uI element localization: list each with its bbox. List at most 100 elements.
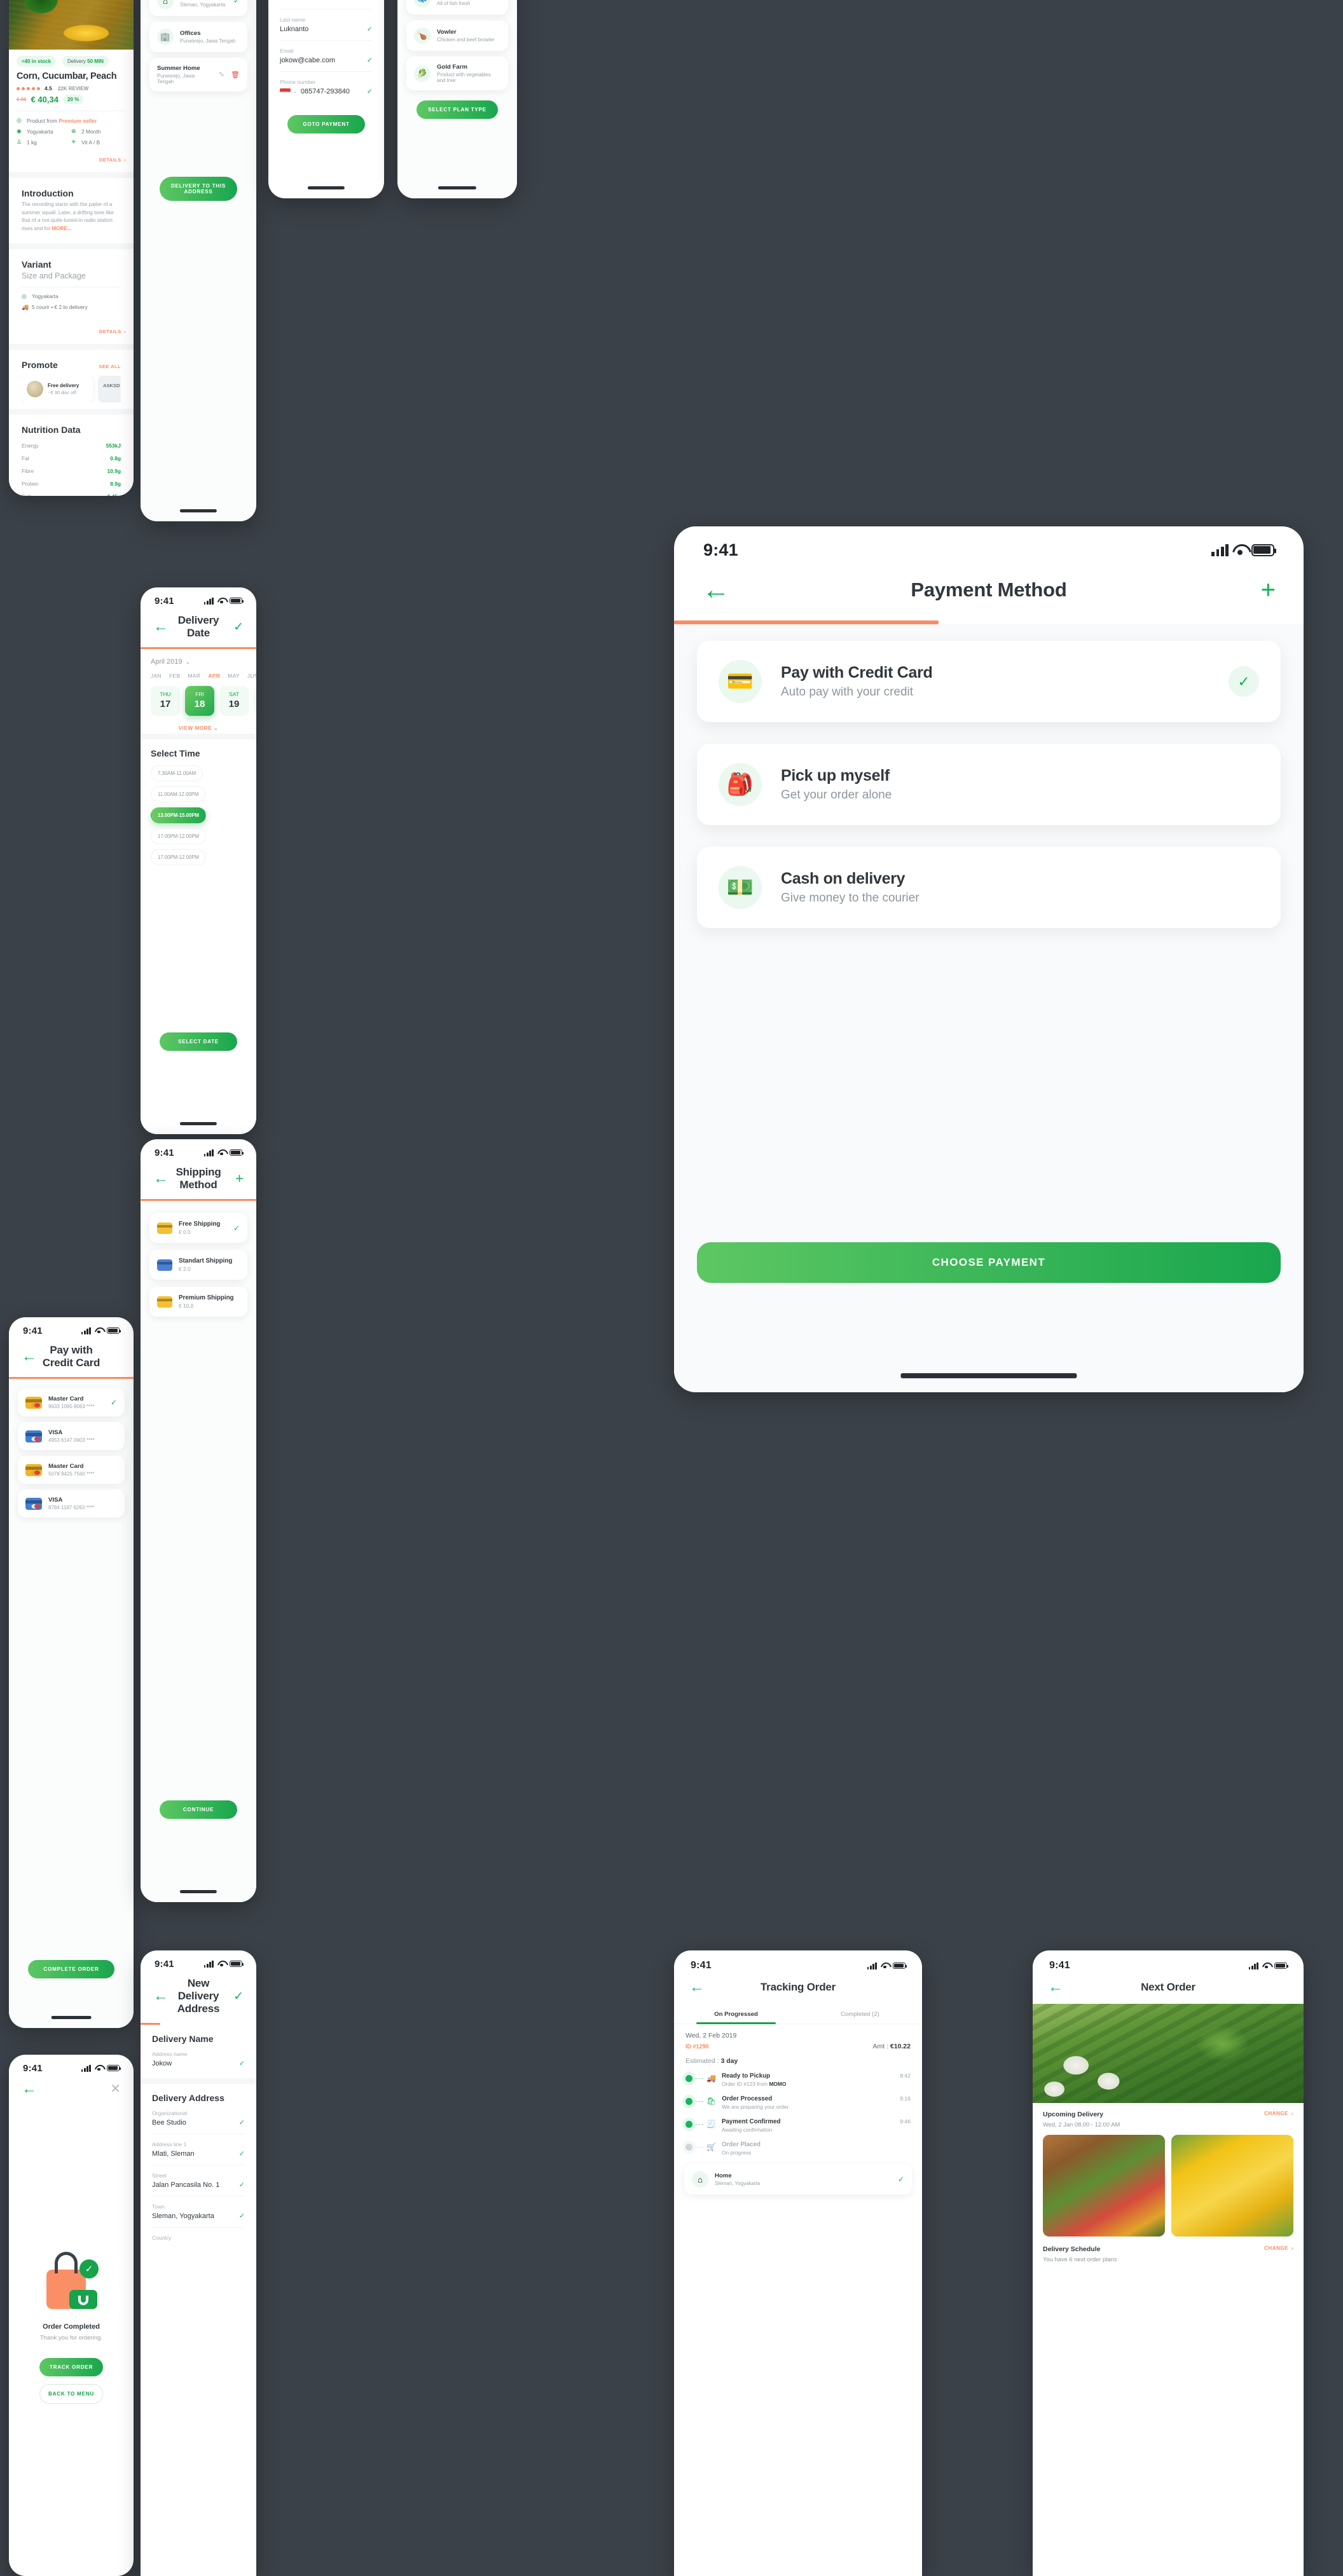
award-icon: ♙ — [17, 139, 22, 145]
change-upcoming-delivery-button[interactable]: CHANGE › — [1264, 2111, 1293, 2116]
payment-option-cash[interactable]: 💵 Cash on delivery Give money to the cour… — [697, 847, 1281, 928]
list-item-summer-home[interactable]: Summer Home Purworejo, Jawa Tengah ✎ 🗑 — [149, 58, 247, 92]
close-icon[interactable]: ✕ — [102, 2083, 121, 2095]
status-dot — [685, 2074, 692, 2082]
signal-icon — [81, 2064, 91, 2072]
chevron-right-icon: › — [1291, 2245, 1293, 2251]
list-item-offices[interactable]: 🏢 Offices Purworejo, Jawa Tengah — [149, 22, 247, 52]
home-icon: ⌂ — [157, 0, 174, 9]
field-address-name[interactable]: Address name Jokow ✓ — [152, 2044, 245, 2074]
day-strip[interactable]: THU17 FRI18 SAT19 SUN20 — [141, 679, 256, 716]
list-item[interactable]: Standart Shipping € 2.0 — [149, 1250, 247, 1280]
edit-icon[interactable]: ✎ — [219, 71, 224, 79]
list-item-home[interactable]: ⌂ HomeSleman, Yogyakarta ✓ — [149, 0, 247, 16]
list-item[interactable]: VISA 8784 1187 6263 **** — [18, 1490, 125, 1518]
tab-completed[interactable]: Completed (2) — [798, 2004, 922, 2024]
time-slot-group[interactable]: 7.30AM-11.00AM 11.00AM-12.00PM 13.00PM-1… — [141, 758, 256, 865]
back-button[interactable]: ← — [153, 619, 172, 634]
delete-icon[interactable]: 🗑 — [231, 71, 240, 79]
month-strip[interactable]: JAN FEB MAR APR MAY JUN — [141, 666, 256, 679]
field-address-line-1[interactable]: Address line 1 Mlati, Sleman ✓ — [152, 2134, 245, 2165]
save-check-button[interactable]: ✓ — [224, 1990, 244, 2003]
back-button[interactable]: ← — [153, 1171, 172, 1186]
signal-icon — [81, 1327, 91, 1334]
back-button[interactable]: ← — [702, 576, 736, 604]
back-button[interactable]: ← — [22, 2081, 41, 2097]
complete-order-button[interactable]: COMPLETE ORDER — [28, 1960, 114, 1978]
timeline-step: 🛒 Order Placed On progress — [685, 2141, 911, 2156]
back-button[interactable]: ← — [689, 1980, 708, 1995]
change-delivery-schedule-button[interactable]: CHANGE › — [1264, 2245, 1293, 2251]
promo-card[interactable]: Free delivery - € 30 disc off — [22, 375, 93, 402]
field-phone-number[interactable]: Phone number ⌄ 085747-293840 ✓ — [280, 72, 373, 102]
list-item[interactable]: 🍗 Vowler Chicken and beef browler — [406, 20, 508, 51]
product-hero-image — [9, 0, 134, 50]
wifi-icon — [217, 1961, 226, 1967]
day-cell[interactable]: THU 17 — [151, 686, 180, 716]
track-order-button[interactable]: TRACK ORDER — [39, 2357, 103, 2376]
select-plan-type-button[interactable]: SELECT PLAN TYPE — [417, 100, 498, 119]
list-item[interactable]: VISA 4953 6147 0903 **** — [18, 1422, 125, 1450]
time-slot[interactable]: 11.00AM-12.00PM — [151, 786, 206, 802]
view-more-button[interactable]: VIEW MORE ⌄ — [141, 716, 256, 734]
back-button[interactable]: ← — [22, 1349, 41, 1364]
time-slot[interactable]: 17.00PM-12.00PM — [151, 828, 207, 844]
time-slot[interactable]: 7.30AM-11.00AM — [151, 765, 203, 781]
day-cell-selected[interactable]: FRI 18 — [185, 686, 214, 716]
screen-personal-info: First name Jokow ✓ Last name Luknanto ✓ … — [268, 0, 384, 198]
field-street[interactable]: Street Jalan Pancasila No. 1 ✓ — [152, 2165, 245, 2196]
list-item[interactable]: Premium Shipping € 10.0 — [149, 1287, 247, 1317]
back-to-menu-button[interactable]: BACK TO MENU — [39, 2383, 103, 2404]
list-item[interactable]: 🐟 VishAll of fish fresh — [406, 0, 508, 15]
thumbnail-image[interactable] — [1171, 2135, 1293, 2237]
field-town[interactable]: Town Sleman, Yogyakarta ✓ — [152, 2196, 245, 2228]
payment-option-credit-card[interactable]: 💳 Pay with Credit Card Auto pay with your… — [697, 641, 1281, 722]
check-icon: ✓ — [233, 0, 240, 5]
choose-payment-button[interactable]: CHOOSE PAYMENT — [697, 1242, 1281, 1283]
battery-icon — [107, 1327, 121, 1334]
field-organizational[interactable]: Organizational Bee Studio ✓ — [152, 2103, 245, 2134]
field-email[interactable]: Email jokow@cabe.com ✓ — [280, 41, 373, 72]
promo-tag[interactable]: ASKSD — [98, 375, 121, 402]
card-icon: 🧾 — [706, 2120, 716, 2128]
thumbnail-image[interactable] — [1043, 2135, 1165, 2237]
variant-details-link[interactable]: DETAILS › — [9, 325, 134, 344]
day-cell[interactable]: SUN20 — [254, 686, 256, 716]
month-selector[interactable]: April 2019 ⌄ — [141, 649, 256, 666]
select-date-button[interactable]: SELECT DATE — [160, 1032, 237, 1051]
check-icon: ✓ — [238, 2119, 245, 2127]
country-flag-icon[interactable]: ⌄ — [280, 88, 297, 95]
product-details-link[interactable]: DETAILS › — [9, 149, 134, 172]
introduction-more-link[interactable]: MORE... — [52, 226, 71, 231]
delivery-to-this-address-button[interactable]: DELIVERY TO THIS ADDRESS — [160, 177, 237, 201]
add-payment-button[interactable]: + — [1241, 577, 1276, 603]
goto-payment-button[interactable]: GOTO PAYMENT — [287, 115, 365, 134]
time-slot-selected[interactable]: 13.00PM-15.00PM — [151, 807, 207, 823]
list-item[interactable]: Free Shipping € 0.0 ✓ — [149, 1213, 247, 1243]
tracking-timeline: 🚚 Ready to Pickup 8:42 Order ID #123 from… — [674, 2065, 922, 2156]
delivery-address-footer[interactable]: ⌂ Home Sleman, Yogyakarta ✓ — [684, 2164, 912, 2195]
field-first-name[interactable]: First name Jokow ✓ — [280, 0, 373, 10]
check-icon: ✓ — [238, 2150, 245, 2158]
day-cell[interactable]: SAT 19 — [219, 686, 249, 716]
timeline-step: 🚚 Ready to Pickup 8:42 Order ID #123 from… — [685, 2072, 911, 2087]
continue-button[interactable]: CONTINUE — [160, 1800, 237, 1819]
list-item[interactable]: 🥬 Gold Farm Product with vegetables and t… — [406, 57, 508, 90]
check-icon: ✓ — [366, 57, 373, 64]
tracking-tabs[interactable]: On Progressed Completed (2) — [674, 2004, 922, 2024]
status-bar: 9:41 — [141, 1139, 256, 1161]
field-country[interactable]: Country — [152, 2228, 245, 2248]
tab-on-progressed[interactable]: On Progressed — [674, 2004, 798, 2024]
add-button[interactable]: + — [224, 1172, 244, 1186]
back-button[interactable]: ← — [153, 1989, 172, 2004]
back-button[interactable]: ← — [1048, 1980, 1067, 1995]
promote-see-all[interactable]: SEE ALL — [99, 364, 121, 369]
time-slot[interactable]: 17.00PM-12.00PM — [151, 849, 207, 865]
list-item[interactable]: Master Card 5078 9425 7560 **** — [18, 1456, 125, 1484]
field-last-name[interactable]: Last name Luknanto ✓ — [280, 10, 373, 41]
list-item[interactable]: Master Card 9633 1095 8063 **** ✓ — [18, 1388, 125, 1416]
payment-option-pickup[interactable]: 🎒 Pick up myself Get your order alone — [697, 744, 1281, 825]
screen-plan-type: 🐟 VishAll of fish fresh 🍗 VowlerChicken … — [397, 0, 517, 198]
confirm-check-button[interactable]: ✓ — [224, 621, 244, 633]
shopping-bag-success-icon: ✓ — [44, 2251, 99, 2309]
